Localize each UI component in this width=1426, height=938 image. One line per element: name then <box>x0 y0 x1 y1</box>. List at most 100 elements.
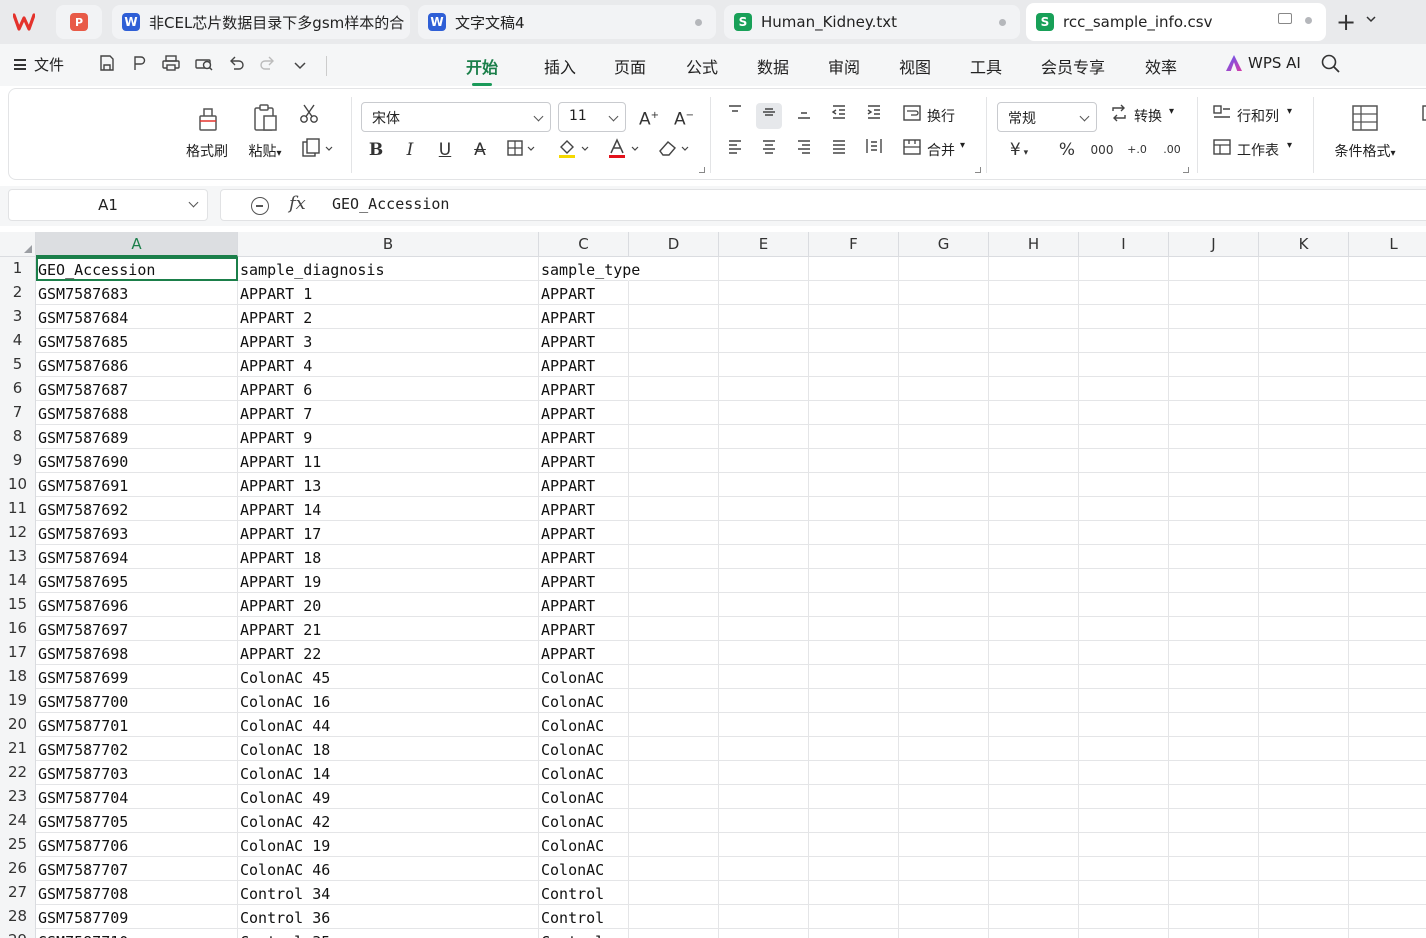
cell-l6[interactable] <box>1349 377 1426 401</box>
cell-g25[interactable] <box>899 833 989 857</box>
cell-d19[interactable] <box>629 689 719 713</box>
cell-l7[interactable] <box>1349 401 1426 425</box>
cell-b14[interactable]: APPART 19 <box>238 569 539 593</box>
cell-i29[interactable] <box>1079 929 1169 938</box>
cell-l9[interactable] <box>1349 449 1426 473</box>
cell-l15[interactable] <box>1349 593 1426 617</box>
row-header[interactable]: 9 <box>0 449 36 473</box>
cell-h1[interactable] <box>989 257 1079 281</box>
cell-j19[interactable] <box>1169 689 1259 713</box>
row-header[interactable]: 28 <box>0 905 36 929</box>
cell-l5[interactable] <box>1349 353 1426 377</box>
thousands-separator-icon[interactable]: 000 <box>1089 137 1115 163</box>
cell-b10[interactable]: APPART 13 <box>238 473 539 497</box>
cell-j17[interactable] <box>1169 641 1259 665</box>
cell-k21[interactable] <box>1259 737 1349 761</box>
column-header-b[interactable]: B <box>238 232 539 257</box>
justify-icon[interactable] <box>826 137 852 163</box>
cell-g26[interactable] <box>899 857 989 881</box>
cell-e20[interactable] <box>719 713 809 737</box>
cell-j16[interactable] <box>1169 617 1259 641</box>
cell-a19[interactable]: GSM7587700 <box>36 689 238 713</box>
cell-i14[interactable] <box>1079 569 1169 593</box>
column-header-k[interactable]: K <box>1259 232 1349 257</box>
cell-g3[interactable] <box>899 305 989 329</box>
cell-h13[interactable] <box>989 545 1079 569</box>
cell-l12[interactable] <box>1349 521 1426 545</box>
font-name-select[interactable]: 宋体 <box>361 102 551 132</box>
cell-e28[interactable] <box>719 905 809 929</box>
cell-h26[interactable] <box>989 857 1079 881</box>
cell-g28[interactable] <box>899 905 989 929</box>
cell-b26[interactable]: ColonAC 46 <box>238 857 539 881</box>
number-format-select[interactable]: 常规 <box>997 102 1097 132</box>
cell-g19[interactable] <box>899 689 989 713</box>
cell-d28[interactable] <box>629 905 719 929</box>
cell-f25[interactable] <box>809 833 899 857</box>
row-header[interactable]: 15 <box>0 593 36 617</box>
cell-i8[interactable] <box>1079 425 1169 449</box>
cell-i7[interactable] <box>1079 401 1169 425</box>
paste-button[interactable]: 粘贴▾ <box>239 103 291 161</box>
tab-rcc-sample-info[interactable]: S rcc_sample_info.csv <box>1026 3 1326 41</box>
cell-h20[interactable] <box>989 713 1079 737</box>
row-header[interactable]: 22 <box>0 761 36 785</box>
cell-b7[interactable]: APPART 7 <box>238 401 539 425</box>
cell-g24[interactable] <box>899 809 989 833</box>
cell-j10[interactable] <box>1169 473 1259 497</box>
wrap-text-label[interactable]: 换行 <box>927 106 955 126</box>
increase-font-icon[interactable]: A+ <box>636 103 662 130</box>
cell-c7[interactable]: APPART <box>539 401 629 425</box>
cell-d22[interactable] <box>629 761 719 785</box>
cell-k23[interactable] <box>1259 785 1349 809</box>
cell-f11[interactable] <box>809 497 899 521</box>
cell-i13[interactable] <box>1079 545 1169 569</box>
cell-j7[interactable] <box>1169 401 1259 425</box>
cell-d2[interactable] <box>629 281 719 305</box>
row-header[interactable]: 6 <box>0 377 36 401</box>
cell-h27[interactable] <box>989 881 1079 905</box>
cell-i26[interactable] <box>1079 857 1169 881</box>
format-painter-button[interactable]: 格式刷 <box>181 103 233 161</box>
cell-c24[interactable]: ColonAC <box>539 809 629 833</box>
cell-b15[interactable]: APPART 20 <box>238 593 539 617</box>
cell-c11[interactable]: APPART <box>539 497 629 521</box>
cell-f24[interactable] <box>809 809 899 833</box>
cell-l1[interactable] <box>1349 257 1426 281</box>
cell-c3[interactable]: APPART <box>539 305 629 329</box>
cell-i15[interactable] <box>1079 593 1169 617</box>
cell-b25[interactable]: ColonAC 19 <box>238 833 539 857</box>
cell-j14[interactable] <box>1169 569 1259 593</box>
row-header[interactable]: 7 <box>0 401 36 425</box>
tab-tools[interactable]: 工具 <box>970 54 1002 78</box>
formula-input[interactable]: fx GEO_Accession <box>220 189 1426 221</box>
cell-g4[interactable] <box>899 329 989 353</box>
cell-a23[interactable]: GSM7587704 <box>36 785 238 809</box>
cell-c12[interactable]: APPART <box>539 521 629 545</box>
cell-f12[interactable] <box>809 521 899 545</box>
row-header[interactable]: 19 <box>0 689 36 713</box>
cell-j4[interactable] <box>1169 329 1259 353</box>
export-pdf-icon[interactable] <box>128 54 150 76</box>
tab-close-dot-icon[interactable] <box>999 19 1006 26</box>
cell-k5[interactable] <box>1259 353 1349 377</box>
cell-f14[interactable] <box>809 569 899 593</box>
cell-k18[interactable] <box>1259 665 1349 689</box>
cell-g6[interactable] <box>899 377 989 401</box>
cell-b19[interactable]: ColonAC 16 <box>238 689 539 713</box>
cell-h5[interactable] <box>989 353 1079 377</box>
cell-k27[interactable] <box>1259 881 1349 905</box>
cell-h2[interactable] <box>989 281 1079 305</box>
cell-c17[interactable]: APPART <box>539 641 629 665</box>
cell-k10[interactable] <box>1259 473 1349 497</box>
column-header-j[interactable]: J <box>1169 232 1259 257</box>
tab-document-merge[interactable]: W 非CEL芯片数据目录下多gsm样本的合 <box>112 5 410 39</box>
tab-view[interactable]: 视图 <box>899 54 931 78</box>
cell-l21[interactable] <box>1349 737 1426 761</box>
cell-i22[interactable] <box>1079 761 1169 785</box>
cell-g13[interactable] <box>899 545 989 569</box>
cell-d8[interactable] <box>629 425 719 449</box>
cell-e7[interactable] <box>719 401 809 425</box>
cell-l4[interactable] <box>1349 329 1426 353</box>
cell-g8[interactable] <box>899 425 989 449</box>
